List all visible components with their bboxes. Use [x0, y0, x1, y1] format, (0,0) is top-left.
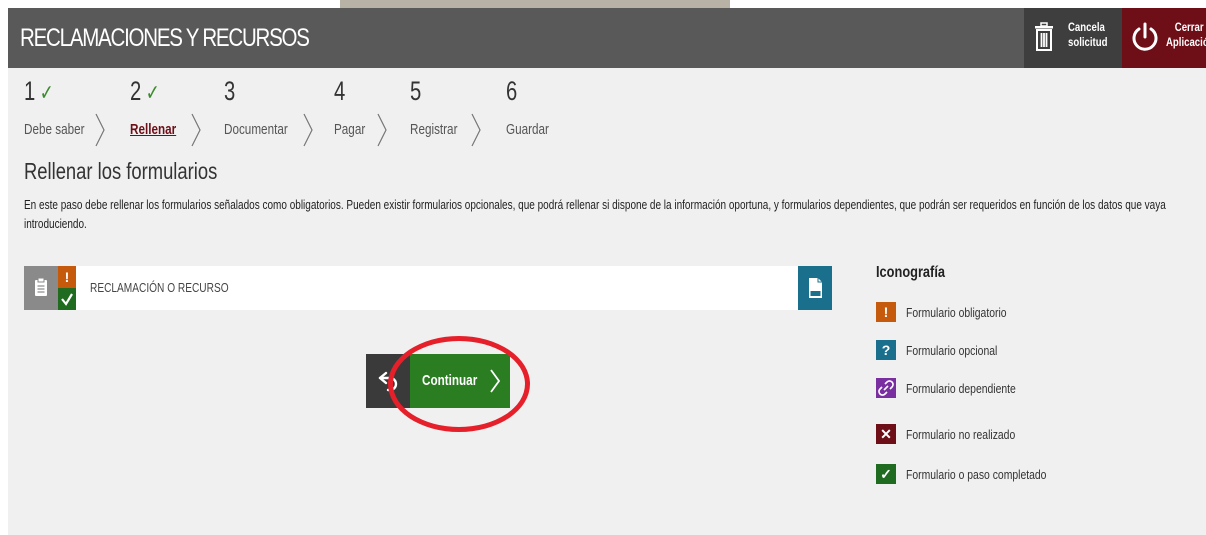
legend-title: Iconografía — [876, 264, 945, 281]
app-header: RECLAMACIONES Y RECURSOS Cancela solicit… — [8, 8, 1206, 68]
section-title: Rellenar los formularios — [24, 158, 218, 184]
legend-item-completado: ✓ Formulario o paso completado — [876, 464, 1176, 486]
step-3: 3 — [224, 76, 236, 106]
chevron-right-icon — [377, 113, 387, 147]
chevron-right-icon — [95, 113, 105, 147]
close-app-button[interactable]: Cerrar Aplicación — [1122, 8, 1206, 68]
completed-check-icon — [58, 288, 76, 310]
step-label-registrar: Registrar — [410, 121, 458, 138]
section-intro: En este paso debe rellenar los formulari… — [24, 198, 1166, 231]
power-icon — [1132, 22, 1158, 51]
check-icon: ✓ — [145, 80, 160, 105]
link-icon — [876, 378, 896, 398]
cancel-request-button[interactable]: Cancela solicitud — [1024, 8, 1122, 68]
main-content: 1 ✓ 2 ✓ 3 4 5 6 Debe saber Rellenar Docume… — [8, 68, 1206, 535]
trash-icon — [1035, 22, 1053, 51]
step-6: 6 — [506, 76, 518, 106]
step-label-documentar: Documentar — [224, 121, 288, 138]
xml-file-icon[interactable] — [798, 266, 832, 310]
step-label-guardar: Guardar — [506, 121, 549, 138]
check-icon: ✓ — [876, 464, 896, 484]
header-image-strip — [340, 0, 730, 8]
step-2: 2 ✓ — [130, 76, 160, 106]
form-row-reclamacion[interactable]: ! RECLAMACIÓN O RECURSO — [24, 266, 832, 310]
step-1: 1 ✓ — [24, 76, 54, 106]
cross-icon: ✕ — [876, 424, 896, 444]
step-4: 4 — [334, 76, 346, 106]
app-title: RECLAMACIONES Y RECURSOS — [20, 24, 310, 52]
check-icon: ✓ — [39, 80, 54, 105]
legend-item-dependiente: Formulario dependiente — [876, 378, 1176, 400]
clipboard-icon — [24, 266, 58, 310]
step-label-pagar: Pagar — [334, 121, 366, 138]
chevron-right-icon — [191, 113, 201, 147]
step-label-rellenar[interactable]: Rellenar — [130, 121, 176, 138]
chevron-right-icon — [303, 113, 313, 147]
question-icon: ? — [876, 340, 896, 360]
mandatory-icon: ! — [876, 302, 896, 322]
cancel-request-label: Cancela solicitud — [1068, 20, 1108, 49]
legend-item-no-realizado: ✕ Formulario no realizado — [876, 424, 1176, 446]
legend-item-obligatorio: ! Formulario obligatorio — [876, 302, 1176, 324]
step-label-debe-saber[interactable]: Debe saber — [24, 121, 84, 138]
step-5: 5 — [410, 76, 422, 106]
legend-item-opcional: ? Formulario opcional — [876, 340, 1176, 362]
highlight-circle — [388, 336, 530, 432]
close-app-label: Cerrar Aplicación — [1166, 20, 1206, 49]
mandatory-icon: ! — [58, 266, 76, 288]
form-name[interactable]: RECLAMACIÓN O RECURSO — [90, 280, 229, 295]
chevron-right-icon — [471, 113, 481, 147]
form-status-stack: ! — [58, 266, 76, 310]
